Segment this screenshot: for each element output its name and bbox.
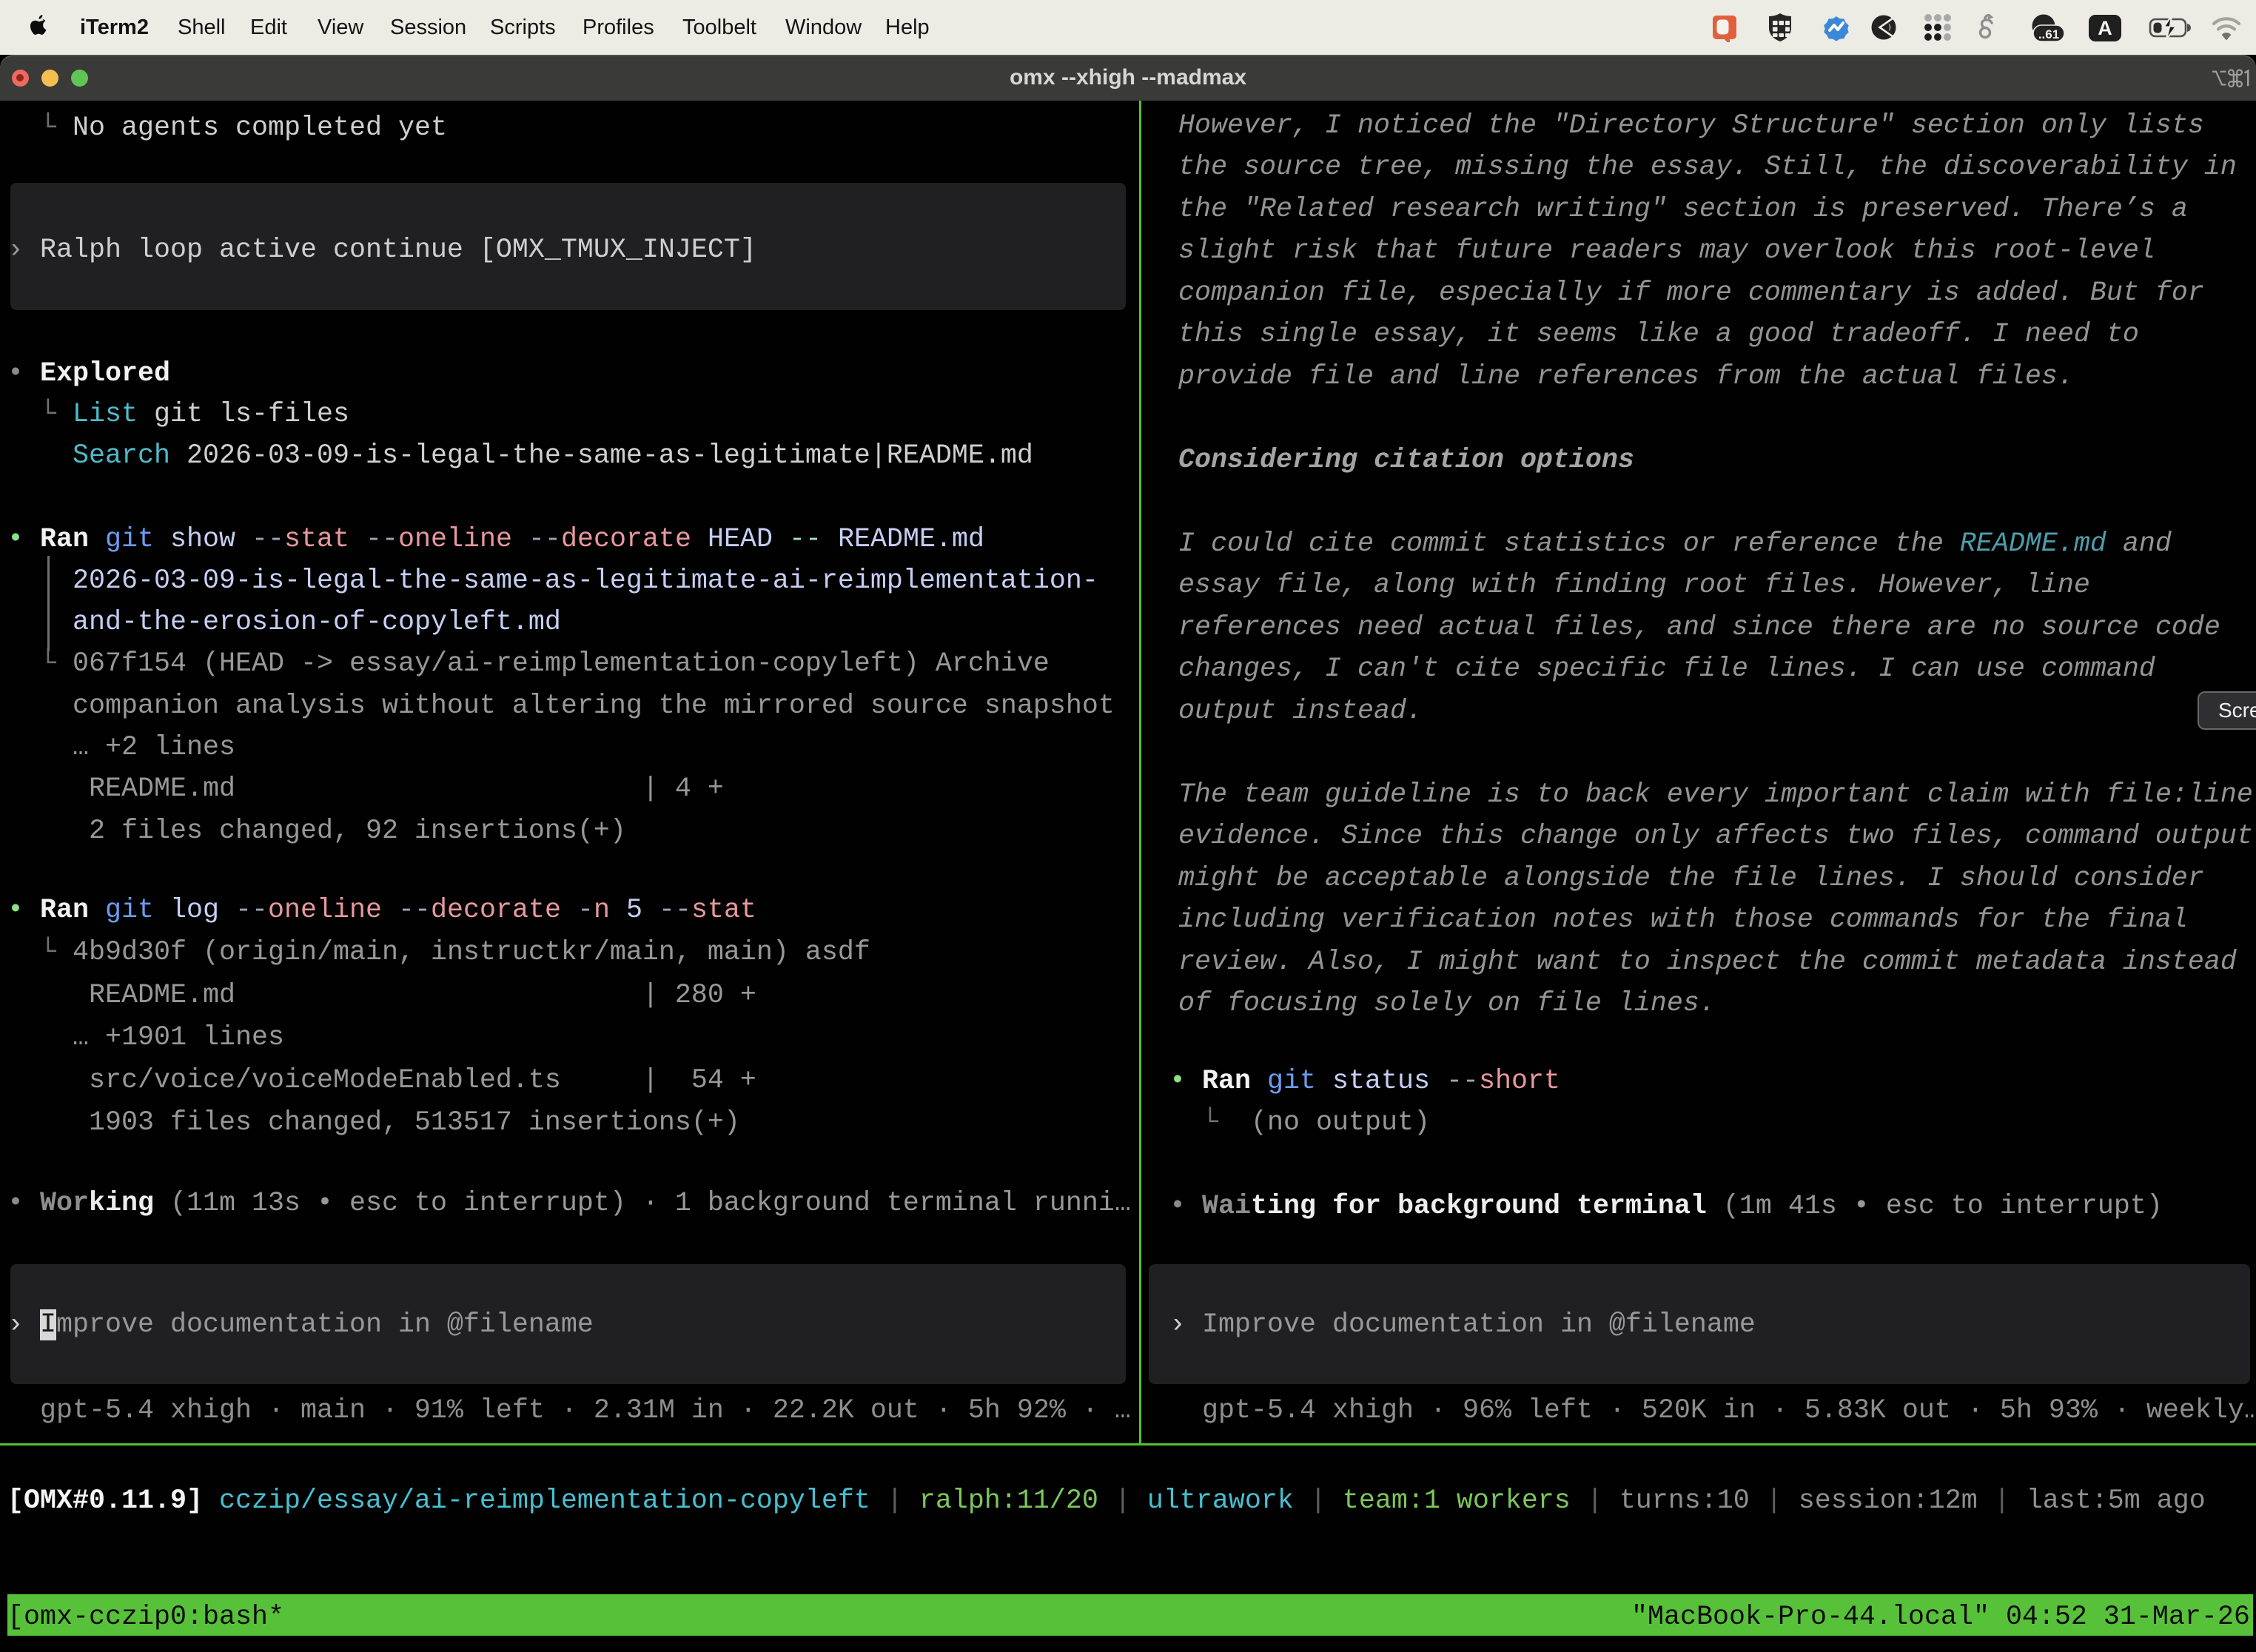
svg-text:..61: ..61	[2038, 27, 2059, 41]
